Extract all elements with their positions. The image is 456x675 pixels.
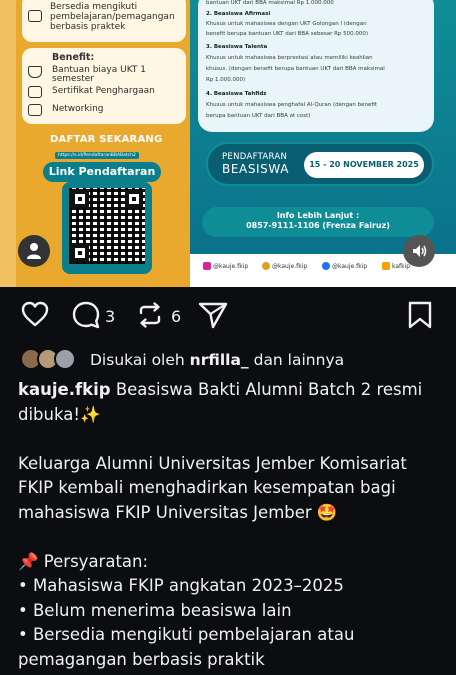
qr-finder (125, 190, 143, 208)
requirement-text: Bersedia mengikuti (50, 2, 138, 12)
youtube-icon (382, 262, 390, 270)
contact-number: 0857-9111-1106 (Frenza Fairuz) (246, 221, 390, 230)
requirement-text: berbasis praktek (50, 22, 126, 32)
qr-finder (71, 244, 89, 262)
social-tiktok: @kauje.fkip (262, 262, 307, 270)
liked-by-row[interactable]: Disukai oleh nrfilla_ dan lainnya (0, 348, 456, 372)
repost-count: 6 (171, 307, 182, 326)
post-action-bar: 3 6 (0, 287, 456, 347)
liked-by-text[interactable]: Disukai oleh nrfilla_ dan lainnya (90, 351, 344, 369)
benefit-card: Benefit: Bantuan biaya UKT 1 semester Se… (22, 48, 186, 124)
tagged-user-button[interactable] (18, 235, 50, 267)
caption-line: Keluarga Alumni Universitas Jember Komis… (18, 453, 407, 473)
requirement-item: • Mahasiswa FKIP angkatan 2023–2025 (18, 576, 344, 595)
social-instagram: @kauje.fkip (203, 262, 248, 270)
scholarship-line: Rp 1.000.000) (206, 77, 246, 83)
scholarship-line: Khusus untuk mahasiswa berprestasi atau … (206, 55, 373, 61)
post-caption: kauje.fkip Beasiswa Bakti Alumni Batch 2… (18, 378, 448, 672)
info-label: Info Lebih Lanjut : (276, 211, 360, 220)
chat-icon (28, 104, 42, 116)
speaker-icon (413, 245, 427, 257)
contact-info-pill: Info Lebih Lanjut : 0857-9111-1106 (Fren… (202, 207, 434, 237)
requirement-text: pembelajaran/pemagangan (50, 12, 175, 22)
handshake-icon (28, 10, 42, 22)
registration-url: https://s.id/PendaftaranBBABatch2 (55, 152, 139, 159)
requirement-item: pemagangan berbasis praktik (18, 649, 265, 669)
mute-toggle-button[interactable] (403, 235, 435, 267)
requirements-title: 📌 Persyaratan: (18, 551, 149, 571)
scholarship-line: 3. Beasiswa Talenta (206, 44, 268, 50)
save-button-bookmark-icon[interactable] (406, 300, 434, 330)
beasiswa-label: BEASISWA (222, 162, 290, 176)
scholarship-line: Khusus untuk mahasiswa penghafal Al-Qura… (206, 102, 377, 108)
instagram-icon (203, 262, 211, 270)
registration-date: 15 - 20 NOVEMBER 2025 (304, 152, 424, 178)
graduation-cap-icon (28, 66, 42, 78)
link-pendaftaran-label: Link Pendaftaran (43, 162, 161, 182)
facebook-icon (322, 262, 330, 270)
scholarship-line: 2. Beasiswa Afirmasi (206, 11, 271, 17)
scholarship-line: 4. Beasiswa Tahfidz (206, 91, 267, 97)
benefit-item: Sertifikat Penghargaan (52, 86, 155, 96)
caption-line: dibuka!✨ (18, 404, 101, 424)
qr-code-frame (62, 182, 152, 274)
requirement-card: Bersedia mengikuti pembelajaran/pemagang… (22, 0, 186, 42)
qr-code (69, 188, 145, 264)
person-icon (27, 243, 41, 259)
scholarship-line: bantuan UKT dari BBA maksimal Rp 1.000.0… (206, 0, 334, 6)
scholarship-line: khusus. (dengan benefit berupa bantuan U… (206, 66, 385, 72)
qr-finder (71, 190, 89, 208)
liker-username[interactable]: nrfilla_ (190, 351, 249, 369)
certificate-icon (28, 86, 42, 98)
liker-avatar (54, 348, 76, 370)
comment-button-icon[interactable] (71, 300, 101, 330)
daftar-sekarang-label: DAFTAR SEKARANG (50, 134, 163, 145)
poster-decoration (0, 0, 16, 287)
caption-line: FKIP kembali menghadirkan kesempatan bag… (18, 478, 396, 497)
social-facebook: @kauje.fkip (322, 262, 367, 270)
caption-line: kauje.fkip Beasiswa Bakti Alumni Batch 2… (18, 380, 423, 399)
caption-username[interactable]: kauje.fkip (18, 380, 111, 399)
tiktok-icon (262, 262, 270, 270)
like-button-heart-icon[interactable] (20, 300, 50, 328)
benefit-title: Benefit: (52, 52, 95, 63)
registration-period-pill: PENDAFTARAN BEASISWA 15 - 20 NOVEMBER 20… (206, 142, 434, 186)
repost-button-icon[interactable] (135, 300, 165, 330)
scholarship-line: Khusus untuk mahasiswa dengan UKT Golong… (206, 21, 367, 27)
scholarship-line: benefit berupa bantuan UKT dari BBA sebe… (206, 31, 369, 37)
post-image[interactable]: Bersedia mengikuti pembelajaran/pemagang… (0, 0, 456, 287)
comment-count: 3 (105, 307, 116, 326)
requirement-item: • Belum menerima beasiswa lain (18, 600, 292, 620)
social-youtube: kafkip (382, 262, 410, 270)
requirement-item: • Bersedia mengikuti pembelajaran atau (18, 625, 355, 644)
scholarship-list-panel: bantuan UKT dari BBA maksimal Rp 1.000.0… (198, 0, 434, 132)
share-button-paper-plane-icon[interactable] (197, 300, 229, 330)
caption-line: mahasiswa FKIP Universitas Jember 🤩 (18, 502, 338, 522)
scholarship-line: berupa bantuan UKT dari BBA at cost) (206, 113, 311, 119)
pendaftaran-label: PENDAFTARAN (222, 152, 288, 162)
benefit-item: semester (52, 74, 94, 84)
benefit-item: Networking (52, 104, 104, 114)
